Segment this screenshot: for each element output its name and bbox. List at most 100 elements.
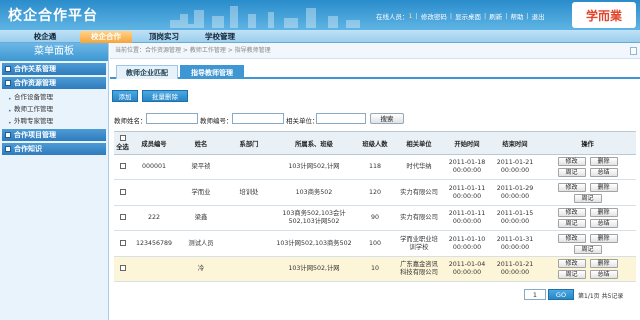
select-all-checkbox[interactable] bbox=[119, 135, 126, 141]
refresh-link[interactable]: 刷新 bbox=[489, 11, 502, 21]
sidebar-sub-equipment[interactable]: • 合作设备管理 bbox=[0, 91, 108, 103]
department-cell bbox=[225, 154, 273, 180]
row-checkbox[interactable] bbox=[119, 214, 126, 220]
teacher-table: 全选 成员编号 姓名 系部门 所属系、班级 班级人数 相关单位 开始时间 结束时… bbox=[114, 131, 636, 282]
add-button[interactable]: 添加 bbox=[112, 90, 138, 102]
end-time-cell: 2011-01-21 00:00:00 bbox=[491, 154, 539, 180]
search-button[interactable]: 搜索 bbox=[370, 113, 404, 124]
action-bar: 添加 批量删除 bbox=[110, 90, 640, 104]
row-checkbox[interactable] bbox=[119, 188, 126, 195]
sidebar-item-resources[interactable]: 合作资源管理 bbox=[2, 77, 106, 89]
weekly-log-button[interactable]: 周记 bbox=[573, 193, 602, 203]
app-header: 校企合作平台 在线人员： 1 | 修改密码 | 显示桌面 | 刷新 | 帮助 | 退出 学而… bbox=[0, 0, 640, 30]
column-header: 相关单位 bbox=[395, 131, 443, 155]
nav-tab-xiaoqitong[interactable]: 校企通 bbox=[20, 31, 70, 43]
sidebar-sub-experts[interactable]: • 外聘专家管理 bbox=[0, 115, 108, 127]
delete-button[interactable]: 删除 bbox=[589, 259, 618, 268]
class-size-cell: 118 bbox=[355, 154, 395, 180]
change-password-link[interactable]: 修改密码 bbox=[421, 11, 447, 21]
table-row: 000001 梁平祯 103计网502,计网 118 时代华纳 2011-01-18 00:… bbox=[114, 154, 636, 180]
folder-icon bbox=[5, 146, 11, 152]
edit-button[interactable]: 修改 bbox=[557, 259, 586, 268]
edit-button[interactable]: 修改 bbox=[557, 157, 586, 166]
end-time-cell: 2011-01-21 00:00:00 bbox=[491, 256, 539, 282]
operation-row: 修改 删除 bbox=[556, 233, 620, 243]
class-cell: 103商务502 bbox=[273, 179, 355, 206]
edit-button[interactable]: 修改 bbox=[557, 208, 586, 217]
page-number-input[interactable]: 1 bbox=[524, 289, 546, 300]
delete-button[interactable]: 删除 bbox=[589, 157, 618, 166]
edit-button[interactable]: 修改 bbox=[557, 182, 586, 192]
nav-tab-cooperation[interactable]: 校企合作 bbox=[80, 31, 132, 43]
weekly-log-button[interactable]: 周记 bbox=[557, 219, 586, 228]
class-cell: 103计网502,计网 bbox=[273, 154, 355, 180]
sidebar-item-relations[interactable]: 合作关系管理 bbox=[2, 63, 106, 75]
expand-icon[interactable] bbox=[630, 47, 637, 55]
sidebar-sub-teacher-work[interactable]: • 教师工作管理 bbox=[0, 103, 108, 115]
sidebar-item-label: 合作知识 bbox=[14, 145, 42, 153]
help-link[interactable]: 帮助 bbox=[510, 11, 523, 21]
pagination: 1 GO 第1/1页 共5记录 bbox=[520, 288, 640, 302]
page-info: 第1/1页 共5记录 bbox=[578, 293, 624, 300]
logout-link[interactable]: 退出 bbox=[532, 11, 545, 21]
delete-button[interactable]: 删除 bbox=[589, 208, 618, 217]
weekly-log-button[interactable]: 周记 bbox=[573, 244, 602, 254]
row-checkbox[interactable] bbox=[119, 239, 126, 246]
name-cell: 梁平祯 bbox=[177, 154, 225, 180]
operations-cell: 修改 删除 周记 bbox=[539, 230, 636, 257]
summary-button[interactable]: 总结 bbox=[589, 168, 618, 177]
class-size-cell: 10 bbox=[355, 256, 395, 282]
name-cell: 学而业 bbox=[177, 179, 225, 206]
show-desktop-link[interactable]: 显示桌面 bbox=[455, 11, 481, 21]
unit-input[interactable] bbox=[316, 113, 366, 124]
teacher-no-input[interactable] bbox=[232, 113, 284, 124]
unit-cell: 学而业职业培 训学校 bbox=[395, 230, 443, 257]
class-size-cell: 90 bbox=[355, 205, 395, 231]
name-cell: 测试人员 bbox=[177, 230, 225, 257]
select-all-header[interactable]: 全选 bbox=[114, 131, 131, 155]
batch-delete-button[interactable]: 批量删除 bbox=[142, 90, 188, 102]
summary-button[interactable]: 总结 bbox=[589, 270, 618, 279]
operation-buttons: 修改 删除 周记 bbox=[539, 182, 636, 203]
sidebar-item-knowledge[interactable]: 合作知识 bbox=[2, 143, 106, 155]
row-select-cell bbox=[114, 256, 131, 282]
unit-cell: 实力有限公司 bbox=[395, 179, 443, 206]
department-cell bbox=[225, 205, 273, 231]
department-cell bbox=[225, 256, 273, 282]
breadcrumb: 当前位置：合作资源管理 > 教师工作管理 > 指导教师管理 bbox=[110, 43, 640, 59]
operation-buttons: 修改 删除 周记 总结 bbox=[539, 157, 636, 177]
teacher-name-input[interactable] bbox=[146, 113, 198, 124]
unit-cell: 时代华纳 bbox=[395, 154, 443, 180]
table-row: 学而业 培训处 103商务502 120 实力有限公司 2011-01-11 00:00:0… bbox=[114, 179, 636, 206]
class-cell: 103商务502,103会计502,103计网502 bbox=[273, 205, 355, 231]
go-button[interactable]: GO bbox=[548, 289, 574, 300]
summary-button[interactable]: 总结 bbox=[589, 219, 618, 228]
operation-row: 周记 总结 bbox=[556, 270, 620, 279]
operations-cell: 修改 删除 周记 总结 bbox=[539, 256, 636, 282]
nav-tab-internship[interactable]: 顶岗实习 bbox=[136, 31, 192, 43]
teacher-name-label: 教师姓名： bbox=[114, 117, 147, 125]
weekly-log-button[interactable]: 周记 bbox=[557, 270, 586, 279]
row-checkbox[interactable] bbox=[119, 265, 126, 271]
operation-buttons: 修改 删除 周记 总结 bbox=[539, 208, 636, 228]
name-cell: 梁鑫 bbox=[177, 205, 225, 231]
delete-button[interactable]: 删除 bbox=[589, 182, 618, 192]
online-label: 在线人员： bbox=[376, 13, 409, 21]
column-header: 所属系、班级 bbox=[273, 131, 355, 155]
delete-button[interactable]: 删除 bbox=[589, 233, 618, 243]
tab-teacher-enterprise-match[interactable]: 教师企业匹配 bbox=[116, 65, 178, 79]
weekly-log-button[interactable]: 周记 bbox=[557, 168, 586, 177]
table-header-row: 全选 成员编号 姓名 系部门 所属系、班级 班级人数 相关单位 开始时间 结束时… bbox=[114, 131, 636, 155]
row-checkbox[interactable] bbox=[119, 163, 126, 169]
table-row: 123456789 测试人员 103计网502,103商务502 100 学而业职业培训… bbox=[114, 230, 636, 257]
tab-guide-teacher-management[interactable]: 指导教师管理 bbox=[180, 65, 244, 79]
main-nav: 校企通 校企合作 顶岗实习 学校管理 bbox=[0, 30, 640, 43]
edit-button[interactable]: 修改 bbox=[557, 233, 586, 243]
sidebar-item-projects[interactable]: 合作项目管理 bbox=[2, 129, 106, 141]
online-count: 1 bbox=[408, 12, 413, 20]
operation-row: 修改 删除 bbox=[556, 182, 620, 192]
sidebar-title: 菜单面板 bbox=[0, 43, 108, 61]
row-select-cell bbox=[114, 154, 131, 180]
nav-tab-school-admin[interactable]: 学校管理 bbox=[192, 31, 248, 43]
unit-cell: 广东嘉金咨讯 科技有限公司 bbox=[395, 256, 443, 282]
